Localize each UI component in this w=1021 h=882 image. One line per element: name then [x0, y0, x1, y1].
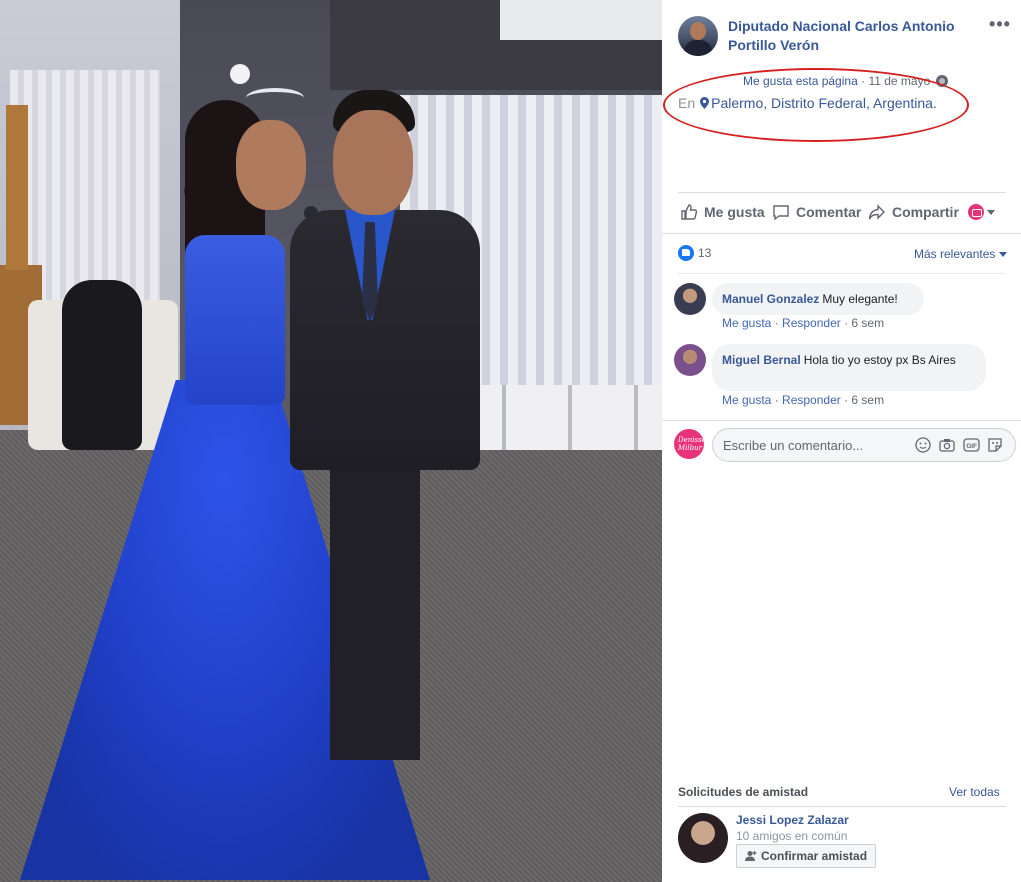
- composer-icons: GIF: [914, 436, 1004, 454]
- post-side-panel: Diputado Nacional Carlos Antonio Portill…: [662, 0, 1021, 882]
- like-page-link[interactable]: Me gusta esta página: [743, 74, 858, 88]
- chevron-down-icon: [987, 209, 995, 215]
- post-meta: Me gusta esta página · 11 de mayo: [743, 74, 948, 88]
- friend-requests-title: Solicitudes de amistad: [678, 785, 809, 799]
- avatar-logo-text: Denisse Milbur: [678, 436, 706, 452]
- location-pin-icon: [700, 97, 710, 109]
- divider: [662, 420, 1021, 421]
- reaction-count-value: 13: [698, 246, 712, 260]
- comment-meta: Me gusta · Responder · 6 sem: [722, 393, 885, 407]
- post-header: Diputado Nacional Carlos Antonio Portill…: [678, 15, 1018, 88]
- confirm-friend-label: Confirmar amistad: [761, 849, 868, 863]
- comment-text: Muy elegante!: [822, 292, 898, 306]
- photo-tiara: [246, 88, 304, 108]
- comment-reply-link[interactable]: Responder: [782, 393, 841, 407]
- comment-label: Comentar: [796, 204, 862, 220]
- comment-like-link[interactable]: Me gusta: [722, 316, 771, 330]
- divider: [678, 273, 1006, 274]
- sort-label: Más relevantes: [914, 247, 996, 261]
- comment-reply-link[interactable]: Responder: [782, 316, 841, 330]
- page-name-link[interactable]: Diputado Nacional Carlos Antonio Portill…: [728, 17, 968, 55]
- comment-icon: [773, 205, 789, 221]
- emoji-icon[interactable]: [914, 436, 932, 454]
- avatar[interactable]: [674, 344, 706, 376]
- meta-separator: ·: [861, 74, 866, 88]
- reaction-count[interactable]: 13: [678, 245, 711, 261]
- svg-text:GIF: GIF: [966, 443, 977, 450]
- photo-man-legs: [330, 460, 420, 760]
- photo-bodice: [185, 235, 285, 405]
- comment-bubble: Miguel Bernal Hola tio yo estoy px Bs Air…: [712, 344, 986, 391]
- page-avatar[interactable]: [678, 16, 718, 56]
- comment-time[interactable]: 6 sem: [851, 393, 884, 407]
- comment-item: Manuel Gonzalez Muy elegante! Me gusta · …: [674, 283, 1014, 333]
- like-badge-icon: [678, 245, 694, 261]
- photo-girl-face: [236, 120, 306, 210]
- photo-man-face: [333, 110, 413, 215]
- divider: [678, 806, 1006, 807]
- comment-sort-dropdown[interactable]: Más relevantes: [914, 247, 1008, 261]
- avatar[interactable]: [674, 283, 706, 315]
- photo-light: [230, 64, 250, 84]
- comment-text: Hola tio yo estoy px Bs Aires: [803, 353, 956, 367]
- comment-item: Miguel Bernal Hola tio yo estoy px Bs Air…: [674, 344, 1014, 410]
- commenter-name[interactable]: Miguel Bernal: [722, 353, 801, 367]
- post-photo[interactable]: [0, 0, 662, 882]
- divider: [678, 192, 1006, 193]
- photo-ceiling-light: [500, 0, 662, 40]
- reaction-selector[interactable]: [968, 204, 995, 220]
- action-bar: Me gusta Comentar Compartir: [678, 200, 1006, 226]
- friend-request-name[interactable]: Jessi Lopez Zalazar: [736, 813, 849, 827]
- camera-icon[interactable]: [938, 436, 956, 454]
- chevron-down-icon: [999, 251, 1008, 257]
- sticker-icon[interactable]: [986, 436, 1004, 454]
- location-prefix: En: [678, 95, 696, 111]
- avatar[interactable]: Denisse Milbur: [674, 429, 706, 459]
- share-icon: [868, 204, 885, 220]
- gif-icon[interactable]: GIF: [962, 436, 980, 454]
- mutual-friends[interactable]: 10 amigos en común: [736, 829, 847, 843]
- comment-button[interactable]: Comentar: [772, 203, 861, 221]
- add-friend-icon: [745, 851, 757, 861]
- location-line: En Palermo, Distrito Federal, Argentina.: [678, 95, 937, 111]
- location-link[interactable]: Palermo, Distrito Federal, Argentina.: [711, 95, 937, 111]
- see-all-link[interactable]: Ver todas: [949, 785, 1000, 799]
- photo-pillar: [6, 105, 28, 270]
- like-label: Me gusta: [704, 204, 765, 220]
- comment-bubble: Manuel Gonzalez Muy elegante!: [712, 283, 924, 315]
- comment-meta: Me gusta · Responder · 6 sem: [722, 316, 885, 330]
- divider: [662, 233, 1021, 234]
- comment-composer: Denisse Milbur GIF: [674, 428, 1018, 462]
- ellipsis-icon[interactable]: •••: [988, 15, 1012, 36]
- comment-like-link[interactable]: Me gusta: [722, 393, 771, 407]
- commenter-name[interactable]: Manuel Gonzalez: [722, 292, 819, 306]
- comment-time[interactable]: 6 sem: [851, 316, 884, 330]
- globe-icon[interactable]: [935, 75, 948, 87]
- thumbs-up-icon: [681, 204, 698, 220]
- share-label: Compartir: [892, 204, 959, 220]
- photo-child: [62, 280, 142, 450]
- share-button[interactable]: Compartir: [868, 203, 959, 221]
- reaction-selector-icon: [968, 204, 984, 220]
- confirm-friend-button[interactable]: Confirmar amistad: [736, 844, 877, 868]
- post-date[interactable]: 11 de mayo: [868, 74, 930, 88]
- avatar[interactable]: [678, 813, 728, 863]
- like-button[interactable]: Me gusta: [680, 203, 765, 221]
